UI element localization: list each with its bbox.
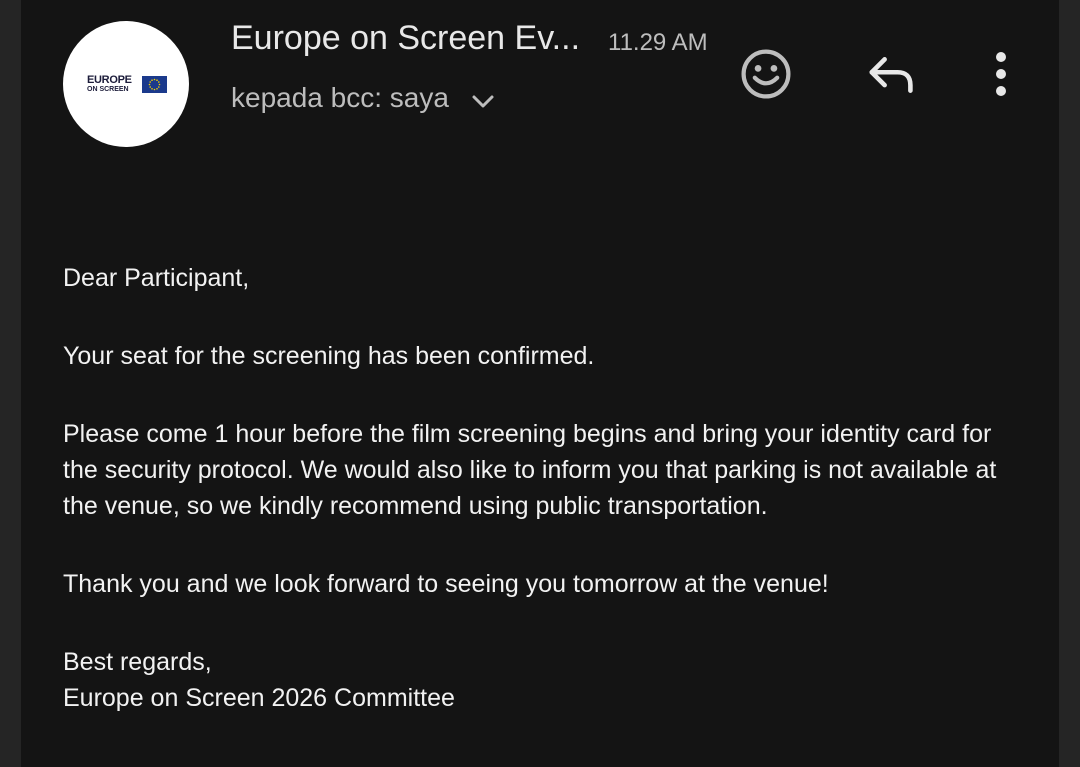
- logo-text-line1: EUROPE: [87, 74, 132, 86]
- chevron-down-icon[interactable]: [471, 94, 495, 110]
- email-signature-block: Best regards, Europe on Screen 2026 Comm…: [63, 644, 1023, 716]
- reply-arrow-icon: [869, 57, 913, 93]
- email-paragraph: Please come 1 hour before the film scree…: [63, 420, 997, 520]
- add-reaction-button[interactable]: [736, 44, 796, 104]
- smiley-face-icon: [741, 49, 791, 99]
- more-options-button[interactable]: [985, 48, 1017, 100]
- email-time: 11.29 AM: [608, 29, 708, 56]
- recipient-label: kepada bcc: saya: [231, 82, 449, 113]
- email-paragraph: Your seat for the screening has been con…: [63, 342, 595, 370]
- sender-name[interactable]: Europe on Screen Ev...: [231, 19, 580, 58]
- email-paragraph: Thank you and we look forward to seeing …: [63, 570, 829, 598]
- logo-text-line2: ON SCREEN: [87, 86, 129, 93]
- email-signature: Europe on Screen 2026 Committee: [63, 684, 455, 712]
- europe-on-screen-logo: EUROPE ON SCREEN: [87, 74, 169, 96]
- eu-flag-icon: [142, 76, 167, 93]
- reply-button[interactable]: [864, 50, 920, 100]
- sender-avatar[interactable]: EUROPE ON SCREEN: [63, 21, 189, 147]
- more-vertical-icon: [996, 52, 1006, 96]
- recipient-details-toggle[interactable]: kepada bcc: saya: [231, 80, 495, 116]
- email-body: Dear Participant, Your seat for the scre…: [63, 260, 1023, 716]
- email-greeting: Dear Participant,: [63, 264, 250, 292]
- email-closing: Best regards,: [63, 648, 212, 676]
